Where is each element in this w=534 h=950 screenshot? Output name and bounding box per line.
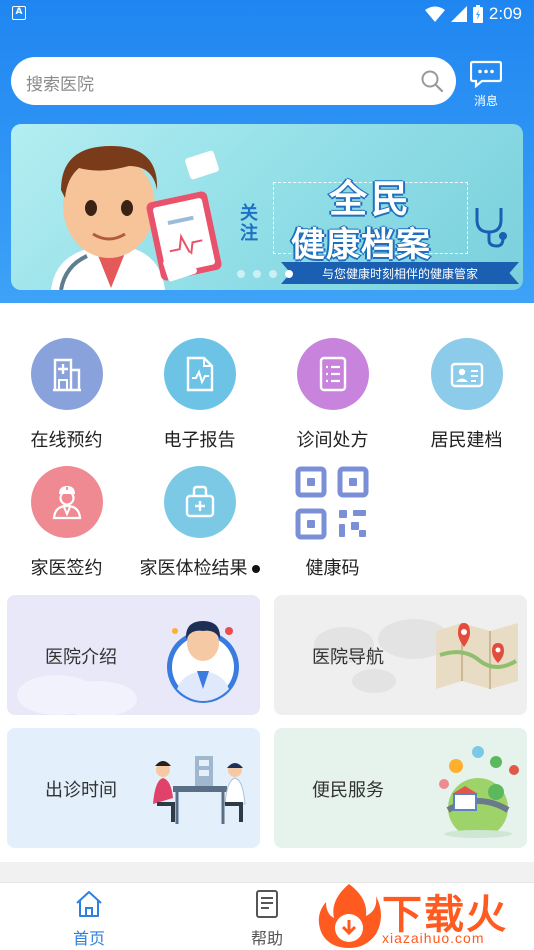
doctor-portrait-icon [167, 621, 239, 703]
grid-label: 诊间处方 [296, 430, 369, 451]
medical-kit-icon [185, 485, 215, 518]
banner-dot[interactable] [253, 270, 261, 278]
card-hospital-navigation[interactable]: 医院导航 [274, 595, 527, 715]
banner-dot[interactable] [269, 270, 277, 278]
banner-doctor-illustration [51, 146, 222, 290]
report-document-icon [186, 356, 214, 392]
grid-label: 电子报告 [163, 430, 236, 451]
banner-carousel[interactable]: 关注 全民 健康档案 与您健康时刻相伴的健康管家 [11, 124, 523, 290]
watermark-logo: 下载火 xiazaihuo.com [316, 880, 534, 950]
grid-item-family-doctor-checkup[interactable]: 家医体检结果 [133, 466, 266, 586]
tab-help[interactable]: 帮助 [222, 889, 312, 949]
banner-dot[interactable] [237, 270, 245, 278]
prescription-list-icon [319, 356, 347, 392]
banner-title-line1: 全民 [329, 177, 414, 221]
banner-title-line2: 健康档案 [291, 225, 431, 265]
wifi-icon [424, 6, 445, 22]
card-label: 医院导航 [312, 647, 384, 668]
hospital-building-icon [53, 358, 81, 392]
banner-subtitle: 与您健康时刻相伴的健康管家 [321, 267, 478, 281]
banner-side-text: 关注 [240, 203, 258, 244]
grid-label: 居民建档 [430, 430, 503, 451]
town-globe-icon [439, 746, 519, 838]
grid-label: 健康码 [305, 558, 360, 579]
grid-item-resident-record[interactable]: 居民建档 [400, 338, 533, 458]
folded-map-icon [436, 623, 518, 689]
banner-ribbon: 与您健康时刻相伴的健康管家 [281, 262, 519, 284]
banner-pagination [237, 270, 293, 278]
card-label: 出诊时间 [45, 780, 117, 801]
search-placeholder: 搜索医院 [26, 75, 94, 95]
card-clinic-schedule[interactable]: 出诊时间 [7, 728, 260, 848]
banner-dot-active[interactable] [285, 270, 293, 278]
section-separator [0, 862, 534, 882]
grid-item-online-booking[interactable]: 在线预约 [0, 338, 133, 458]
search-icon[interactable] [420, 69, 444, 93]
card-hospital-intro[interactable]: 医院介绍 [7, 595, 260, 715]
doctor-avatar-icon [52, 486, 82, 520]
card-label: 医院介绍 [45, 647, 117, 668]
consultation-scene-icon [153, 756, 246, 824]
home-icon [76, 891, 102, 917]
grid-icon-bg [31, 338, 103, 410]
grid-icon-bg [31, 466, 103, 538]
message-bubble-icon [470, 60, 502, 88]
card-convenience-services[interactable]: 便民服务 [274, 728, 527, 848]
help-document-icon [256, 890, 278, 918]
grid-icon-bg [431, 338, 503, 410]
status-time: 2:09 [488, 4, 522, 23]
grid-label: 在线预约 [30, 430, 103, 451]
message-label: 消息 [473, 94, 498, 108]
status-bar: A 2:09 [0, 0, 534, 28]
grid-icon-bg [164, 466, 236, 538]
app-root: A 2:09 搜索医院 消息 关注 全民 健康档案 与您健康时刻相伴的健康管家 … [0, 0, 534, 950]
grid-label: 家医签约 [30, 558, 103, 579]
search-input[interactable]: 搜索医院 [11, 57, 456, 105]
message-button[interactable]: 消息 [466, 60, 506, 112]
grid-item-prescription[interactable]: 诊间处方 [266, 338, 399, 458]
battery-icon [472, 5, 483, 23]
new-badge-dot [251, 565, 260, 573]
grid-icon-bg [297, 338, 369, 410]
tab-label: 帮助 [250, 929, 283, 948]
tab-label: 首页 [72, 929, 105, 948]
status-icons: 2:09 [424, 3, 522, 25]
stethoscope-icon [475, 208, 507, 248]
id-card-icon [450, 362, 484, 388]
qr-code-icon [295, 466, 369, 540]
header: A 2:09 搜索医院 消息 关注 全民 健康档案 与您健康时刻相伴的健康管家 [0, 0, 534, 303]
grid-item-family-doctor-sign[interactable]: 家医签约 [0, 466, 133, 586]
grid-item-e-report[interactable]: 电子报告 [133, 338, 266, 458]
watermark-url: xiazaihuo.com [382, 930, 485, 946]
card-label: 便民服务 [312, 780, 384, 801]
notification-a-icon: A [12, 6, 26, 20]
signal-icon [450, 6, 467, 22]
grid-label-wrapper: 家医体检结果 [127, 554, 272, 580]
grid-label: 家医体检结果 [139, 558, 248, 579]
grid-icon-bg [164, 338, 236, 410]
flame-logo-icon [318, 884, 381, 948]
grid-item-health-code[interactable]: 健康码 [266, 466, 399, 586]
tab-home[interactable]: 首页 [44, 889, 134, 949]
